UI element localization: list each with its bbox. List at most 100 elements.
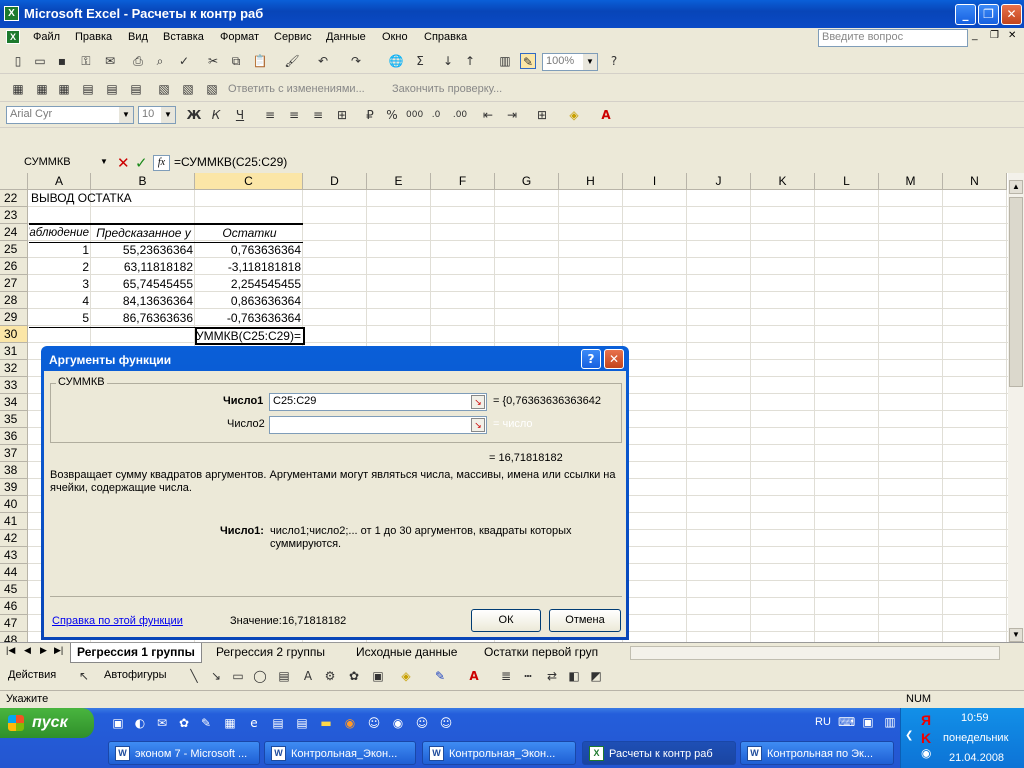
horizontal-scrollbar[interactable] <box>630 646 1000 660</box>
column-header-a[interactable]: A <box>28 173 91 190</box>
cell-A29[interactable]: 5 <box>29 310 91 327</box>
select-all-corner[interactable] <box>0 173 28 190</box>
picture-icon[interactable]: ▣ <box>370 668 386 684</box>
autosum-icon[interactable]: Σ <box>412 53 428 69</box>
scroll-up-icon[interactable]: ▲ <box>1009 180 1023 194</box>
new-icon[interactable]: ▯ <box>10 53 26 69</box>
menu-format[interactable]: Формат <box>220 31 259 43</box>
cancel-entry-icon[interactable]: ✕ <box>117 154 130 172</box>
quicklaunch-icon-13[interactable]: ◉ <box>390 715 406 731</box>
font-size-select[interactable]: 10 ▼ <box>138 106 176 124</box>
column-header-c[interactable]: C <box>195 173 303 190</box>
row-header-43[interactable]: 43 <box>0 547 28 564</box>
clock-time[interactable]: 10:59 <box>961 712 989 724</box>
cell-C24[interactable]: Остатки <box>196 225 303 242</box>
email-icon[interactable]: ✉ <box>102 53 118 69</box>
yandex-icon[interactable]: Я <box>921 712 931 728</box>
doc-close-button[interactable]: ✕ <box>1008 30 1016 41</box>
paste-icon[interactable]: 📋 <box>252 53 268 69</box>
ie-icon[interactable]: e <box>246 715 262 731</box>
print-preview-icon[interactable]: ⌕ <box>152 53 168 69</box>
align-right-icon[interactable]: ≡ <box>310 107 326 123</box>
menu-tools[interactable]: Сервис <box>274 31 312 43</box>
volume-icon[interactable]: ◉ <box>921 746 931 760</box>
row-header-27[interactable]: 27 <box>0 275 28 292</box>
dialog-close-button[interactable]: ✕ <box>604 349 624 369</box>
bold-icon[interactable]: Ж <box>186 107 202 123</box>
quicklaunch-icon-1[interactable]: ▣ <box>110 715 126 731</box>
keyboard-icon[interactable]: ⌨ <box>838 714 855 730</box>
dialog-help-button[interactable]: ? <box>581 349 601 369</box>
row-header-33[interactable]: 33 <box>0 377 28 394</box>
folder-icon[interactable]: ▬ <box>318 715 334 731</box>
review-icon-3[interactable]: ▦ <box>56 81 72 97</box>
tab-regression-2[interactable]: Регрессия 2 группы <box>216 645 325 659</box>
row-header-32[interactable]: 32 <box>0 360 28 377</box>
hyperlink-icon[interactable]: 🌐 <box>388 53 404 69</box>
doc-minimize-button[interactable]: _ <box>972 30 978 41</box>
row-header-44[interactable]: 44 <box>0 564 28 581</box>
merge-center-icon[interactable]: ⊞ <box>334 107 350 123</box>
row-header-47[interactable]: 47 <box>0 615 28 632</box>
cancel-button[interactable]: Отмена <box>549 609 621 632</box>
spelling-icon[interactable]: ✓ <box>176 53 192 69</box>
help-icon[interactable]: ? <box>606 53 622 69</box>
kaspersky-icon[interactable]: K <box>921 730 931 746</box>
drawing-icon[interactable]: ✎ <box>520 53 536 69</box>
vertical-scrollbar[interactable]: ▲ ▼ <box>1008 173 1024 642</box>
tab-regression-1[interactable]: Регрессия 1 группы <box>70 643 202 663</box>
cell-A25[interactable]: 1 <box>29 242 91 259</box>
row-header-30[interactable]: 30 <box>0 326 28 343</box>
line-style-icon[interactable]: ≣ <box>498 668 514 684</box>
insert-function-icon[interactable]: fx <box>153 155 170 171</box>
sort-desc-icon[interactable]: ↑ <box>462 53 478 69</box>
clipart-icon[interactable]: ✿ <box>346 668 362 684</box>
row-header-39[interactable]: 39 <box>0 479 28 496</box>
quicklaunch-icon-3[interactable]: ✉ <box>154 715 170 731</box>
row-header-26[interactable]: 26 <box>0 258 28 275</box>
close-button[interactable]: ✕ <box>1001 4 1022 25</box>
cell-B27[interactable]: 65,74545455 <box>92 276 195 293</box>
draw-font-color-icon[interactable]: A <box>466 668 482 684</box>
underline-icon[interactable]: Ч <box>232 107 248 123</box>
minimize-button[interactable]: _ <box>955 4 976 25</box>
copy-icon[interactable]: ⧉ <box>228 53 244 69</box>
cell-C25[interactable]: 0,763636364 <box>196 242 303 259</box>
review-icon-9[interactable]: ▧ <box>204 81 220 97</box>
cell-A27[interactable]: 3 <box>29 276 91 293</box>
select-pointer-icon[interactable]: ↖ <box>76 668 92 684</box>
increase-decimal-icon[interactable]: .0 <box>428 107 444 123</box>
tray-icon-2[interactable]: ▥ <box>882 714 898 730</box>
tab-source-data[interactable]: Исходные данные <box>356 645 457 659</box>
arg1-input[interactable]: C25:C29 ↘ <box>269 393 487 411</box>
autoshapes-button[interactable]: Автофигуры <box>104 669 167 681</box>
row-header-23[interactable]: 23 <box>0 207 28 224</box>
menu-window[interactable]: Окно <box>382 31 408 43</box>
quicklaunch-icon-5[interactable]: ✎ <box>198 715 214 731</box>
arrow-icon[interactable]: ↘ <box>208 668 224 684</box>
column-header-k[interactable]: K <box>751 173 815 190</box>
column-header-l[interactable]: L <box>815 173 879 190</box>
quicklaunch-icon-4[interactable]: ✿ <box>176 715 192 731</box>
menu-help[interactable]: Справка <box>424 31 467 43</box>
language-indicator[interactable]: RU <box>815 716 831 728</box>
column-header-e[interactable]: E <box>367 173 431 190</box>
scroll-down-icon[interactable]: ▼ <box>1009 628 1023 642</box>
sort-asc-icon[interactable]: ↓ <box>440 53 456 69</box>
row-header-38[interactable]: 38 <box>0 462 28 479</box>
row-header-35[interactable]: 35 <box>0 411 28 428</box>
row-header-48[interactable]: 48 <box>0 632 28 642</box>
print-icon[interactable]: ⎙ <box>130 53 146 69</box>
chart-wizard-icon[interactable]: ▥ <box>497 53 513 69</box>
last-sheet-icon[interactable]: ▶| <box>54 645 63 656</box>
cell-B28[interactable]: 84,13636364 <box>92 293 195 310</box>
3d-icon[interactable]: ◩ <box>588 668 604 684</box>
menu-view[interactable]: Вид <box>128 31 148 43</box>
quicklaunch-icon-15[interactable]: ☺ <box>438 715 454 731</box>
row-header-45[interactable]: 45 <box>0 581 28 598</box>
row-header-24[interactable]: 24 <box>0 224 28 241</box>
decrease-indent-icon[interactable]: ⇤ <box>480 107 496 123</box>
cell-C26[interactable]: -3,118181818 <box>196 259 303 276</box>
function-help-link[interactable]: Справка по этой функции <box>52 615 183 627</box>
row-header-34[interactable]: 34 <box>0 394 28 411</box>
